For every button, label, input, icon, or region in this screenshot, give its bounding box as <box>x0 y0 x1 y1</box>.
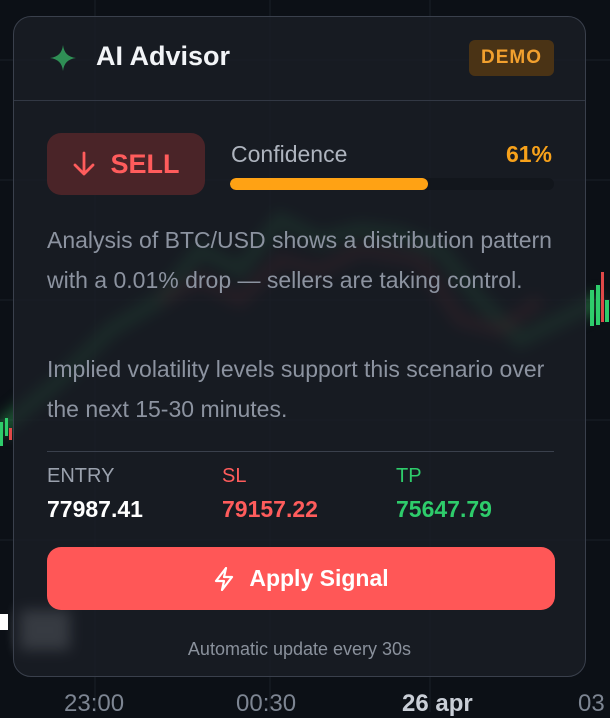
entry-label: ENTRY <box>47 465 115 487</box>
sell-signal-badge: SELL <box>47 133 205 195</box>
tp-label: TP <box>396 465 422 487</box>
analysis-text: Analysis of BTC/USD shows a distribution… <box>47 227 552 293</box>
apply-signal-label: Apply Signal <box>249 565 389 591</box>
time-axis-label: 00:30 <box>236 690 297 717</box>
confidence-value: 61% <box>505 141 552 167</box>
sl-label: SL <box>222 465 247 487</box>
volatility-text: Implied volatility levels support this s… <box>47 356 545 422</box>
confidence-bar-fill <box>230 178 428 190</box>
tp-value: 75647.79 <box>396 496 492 522</box>
entry-value: 77987.41 <box>47 496 143 522</box>
signal-direction: SELL <box>110 148 180 179</box>
take-profit-level: TP 75647.79 <box>396 464 492 523</box>
card-title: AI Advisor <box>96 41 231 71</box>
apply-signal-button[interactable]: Apply Signal <box>47 547 555 610</box>
entry-level: ENTRY 77987.41 <box>47 464 143 523</box>
confidence-bar <box>230 178 554 190</box>
time-axis-label: 26 apr <box>402 690 473 717</box>
lightning-icon <box>215 566 234 591</box>
sl-value: 79157.22 <box>222 496 318 522</box>
card-header: AI Advisor DEMO <box>14 17 585 101</box>
demo-badge: DEMO <box>469 40 554 76</box>
time-axis-label: 03 <box>578 690 605 717</box>
divider <box>47 451 554 452</box>
stop-loss-level: SL 79157.22 <box>222 464 318 523</box>
time-axis-label: 23:00 <box>64 690 125 717</box>
ai-advisor-card: AI Advisor DEMO SELL Confidence 61% Anal… <box>13 16 586 677</box>
confidence-label: Confidence <box>231 141 348 167</box>
arrow-down-icon <box>74 151 95 176</box>
auto-update-note: Automatic update every 30s <box>187 639 412 659</box>
sparkle-icon <box>50 45 76 71</box>
